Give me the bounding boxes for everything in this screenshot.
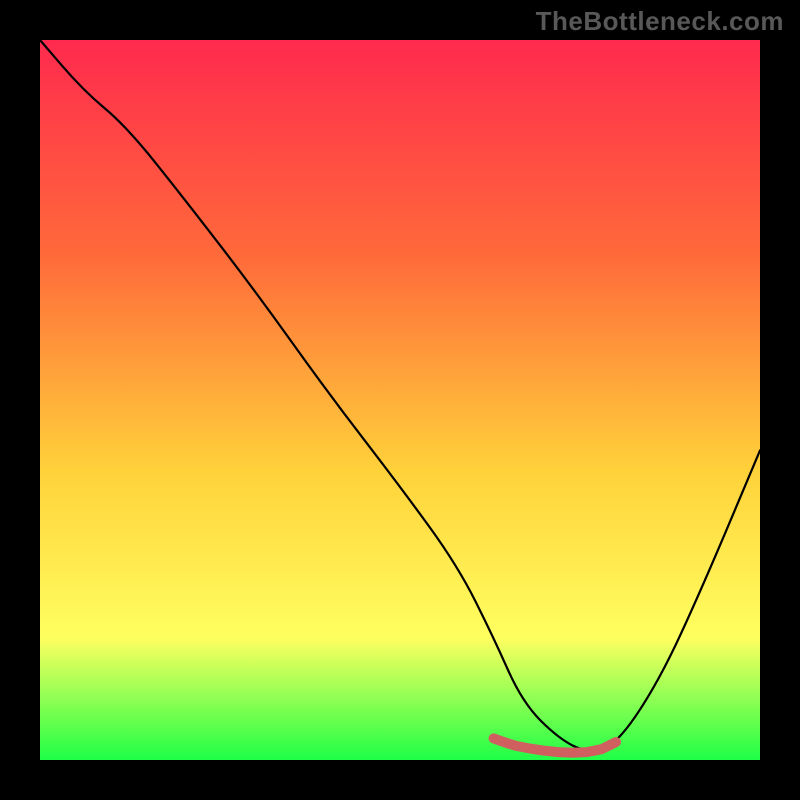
gradient-background: [40, 40, 760, 760]
watermark-text: TheBottleneck.com: [536, 6, 784, 37]
chart-frame: TheBottleneck.com: [0, 0, 800, 800]
bottleneck-chart: [40, 40, 760, 760]
plot-area: [40, 40, 760, 760]
